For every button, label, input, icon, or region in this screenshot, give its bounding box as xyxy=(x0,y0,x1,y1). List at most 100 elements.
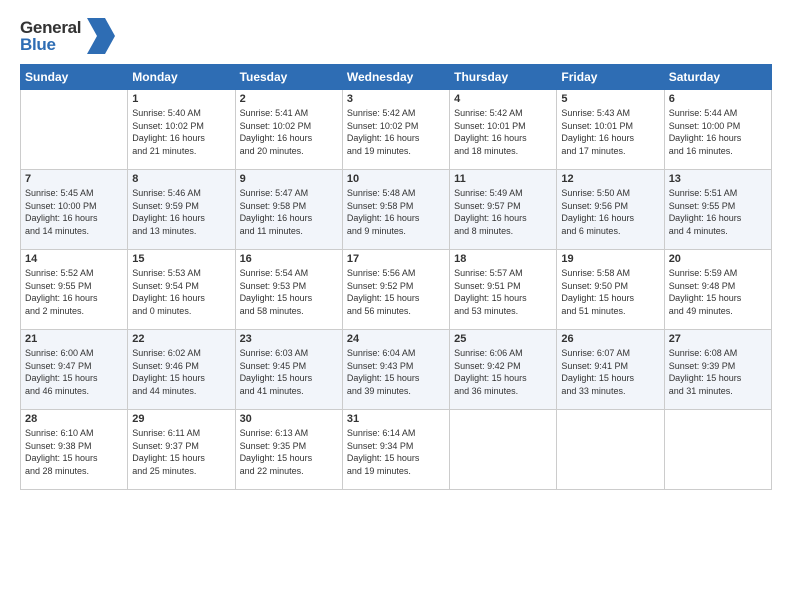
day-info: Sunrise: 5:57 AM Sunset: 9:51 PM Dayligh… xyxy=(454,267,552,317)
day-number: 28 xyxy=(25,413,123,425)
day-cell: 3Sunrise: 5:42 AM Sunset: 10:02 PM Dayli… xyxy=(342,90,449,170)
day-number: 21 xyxy=(25,333,123,345)
day-info: Sunrise: 5:50 AM Sunset: 9:56 PM Dayligh… xyxy=(561,187,659,237)
logo: General Blue xyxy=(20,18,117,54)
header: General Blue xyxy=(20,18,772,54)
day-number: 29 xyxy=(132,413,230,425)
week-row-1: 1 Sunrise: 5:40 AM Sunset: 10:02 PM Dayli… xyxy=(21,90,772,170)
day-info: Sunrise: 6:06 AM Sunset: 9:42 PM Dayligh… xyxy=(454,347,552,397)
day-number: 23 xyxy=(240,333,338,345)
day-info: Sunrise: 5:43 AM Sunset: 10:01 PM Daylig… xyxy=(561,107,659,157)
day-cell: 8 Sunrise: 5:46 AM Sunset: 9:59 PM Daylig… xyxy=(128,170,235,250)
day-cell xyxy=(21,90,128,170)
day-number: 17 xyxy=(347,253,445,265)
day-cell xyxy=(664,410,771,490)
day-info: Sunrise: 6:10 AM Sunset: 9:38 PM Dayligh… xyxy=(25,427,123,477)
day-cell: 21 Sunrise: 6:00 AM Sunset: 9:47 PM Dayli… xyxy=(21,330,128,410)
day-info: Sunrise: 5:56 AM Sunset: 9:52 PM Dayligh… xyxy=(347,267,445,317)
day-info: Sunrise: 5:40 AM Sunset: 10:02 PM Daylig… xyxy=(132,107,230,157)
day-info: Sunrise: 6:14 AM Sunset: 9:34 PM Dayligh… xyxy=(347,427,445,477)
day-cell: 17 Sunrise: 5:56 AM Sunset: 9:52 PM Dayli… xyxy=(342,250,449,330)
day-cell: 1 Sunrise: 5:40 AM Sunset: 10:02 PM Dayli… xyxy=(128,90,235,170)
day-cell: 27 Sunrise: 6:08 AM Sunset: 9:39 PM Dayli… xyxy=(664,330,771,410)
day-info: Sunrise: 6:07 AM Sunset: 9:41 PM Dayligh… xyxy=(561,347,659,397)
day-info: Sunrise: 5:52 AM Sunset: 9:55 PM Dayligh… xyxy=(25,267,123,317)
day-cell: 29 Sunrise: 6:11 AM Sunset: 9:37 PM Dayli… xyxy=(128,410,235,490)
day-cell: 2 Sunrise: 5:41 AM Sunset: 10:02 PM Dayli… xyxy=(235,90,342,170)
day-cell: 4 Sunrise: 5:42 AM Sunset: 10:01 PM Dayli… xyxy=(450,90,557,170)
day-cell: 9 Sunrise: 5:47 AM Sunset: 9:58 PM Daylig… xyxy=(235,170,342,250)
day-cell: 22 Sunrise: 6:02 AM Sunset: 9:46 PM Dayli… xyxy=(128,330,235,410)
weekday-header-saturday: Saturday xyxy=(664,65,771,90)
day-number: 16 xyxy=(240,253,338,265)
day-info: Sunrise: 6:03 AM Sunset: 9:45 PM Dayligh… xyxy=(240,347,338,397)
day-number: 22 xyxy=(132,333,230,345)
day-cell: 7 Sunrise: 5:45 AM Sunset: 10:00 PM Dayli… xyxy=(21,170,128,250)
day-cell: 12 Sunrise: 5:50 AM Sunset: 9:56 PM Dayli… xyxy=(557,170,664,250)
day-info: Sunrise: 5:53 AM Sunset: 9:54 PM Dayligh… xyxy=(132,267,230,317)
day-number: 27 xyxy=(669,333,767,345)
day-info: Sunrise: 6:08 AM Sunset: 9:39 PM Dayligh… xyxy=(669,347,767,397)
day-info: Sunrise: 6:02 AM Sunset: 9:46 PM Dayligh… xyxy=(132,347,230,397)
day-cell: 25 Sunrise: 6:06 AM Sunset: 9:42 PM Dayli… xyxy=(450,330,557,410)
day-cell: 24Sunrise: 6:04 AM Sunset: 9:43 PM Dayli… xyxy=(342,330,449,410)
day-info: Sunrise: 5:41 AM Sunset: 10:02 PM Daylig… xyxy=(240,107,338,157)
logo-chevron-icon xyxy=(85,18,117,54)
week-row-3: 14Sunrise: 5:52 AM Sunset: 9:55 PM Dayli… xyxy=(21,250,772,330)
day-number: 3 xyxy=(347,93,445,105)
day-number: 1 xyxy=(132,93,230,105)
day-number: 7 xyxy=(25,173,123,185)
weekday-header-sunday: Sunday xyxy=(21,65,128,90)
day-cell: 28 Sunrise: 6:10 AM Sunset: 9:38 PM Dayli… xyxy=(21,410,128,490)
week-row-5: 28 Sunrise: 6:10 AM Sunset: 9:38 PM Dayli… xyxy=(21,410,772,490)
day-info: Sunrise: 6:00 AM Sunset: 9:47 PM Dayligh… xyxy=(25,347,123,397)
calendar-table: SundayMondayTuesdayWednesdayThursdayFrid… xyxy=(20,64,772,490)
day-info: Sunrise: 5:44 AM Sunset: 10:00 PM Daylig… xyxy=(669,107,767,157)
day-cell: 15Sunrise: 5:53 AM Sunset: 9:54 PM Dayli… xyxy=(128,250,235,330)
day-cell: 13 Sunrise: 5:51 AM Sunset: 9:55 PM Dayli… xyxy=(664,170,771,250)
day-number: 6 xyxy=(669,93,767,105)
day-cell: 14Sunrise: 5:52 AM Sunset: 9:55 PM Dayli… xyxy=(21,250,128,330)
day-cell: 23 Sunrise: 6:03 AM Sunset: 9:45 PM Dayli… xyxy=(235,330,342,410)
day-cell: 30 Sunrise: 6:13 AM Sunset: 9:35 PM Dayli… xyxy=(235,410,342,490)
day-cell xyxy=(450,410,557,490)
week-row-2: 7 Sunrise: 5:45 AM Sunset: 10:00 PM Dayli… xyxy=(21,170,772,250)
day-number: 2 xyxy=(240,93,338,105)
day-number: 8 xyxy=(132,173,230,185)
day-number: 13 xyxy=(669,173,767,185)
day-info: Sunrise: 5:42 AM Sunset: 10:01 PM Daylig… xyxy=(454,107,552,157)
day-number: 20 xyxy=(669,253,767,265)
weekday-header-monday: Monday xyxy=(128,65,235,90)
day-info: Sunrise: 5:45 AM Sunset: 10:00 PM Daylig… xyxy=(25,187,123,237)
day-number: 11 xyxy=(454,173,552,185)
day-info: Sunrise: 5:47 AM Sunset: 9:58 PM Dayligh… xyxy=(240,187,338,237)
day-cell: 16Sunrise: 5:54 AM Sunset: 9:53 PM Dayli… xyxy=(235,250,342,330)
day-number: 24 xyxy=(347,333,445,345)
day-number: 10 xyxy=(347,173,445,185)
day-cell xyxy=(557,410,664,490)
day-number: 9 xyxy=(240,173,338,185)
weekday-header-friday: Friday xyxy=(557,65,664,90)
day-cell: 26Sunrise: 6:07 AM Sunset: 9:41 PM Dayli… xyxy=(557,330,664,410)
day-number: 19 xyxy=(561,253,659,265)
weekday-header-row: SundayMondayTuesdayWednesdayThursdayFrid… xyxy=(21,65,772,90)
day-info: Sunrise: 6:13 AM Sunset: 9:35 PM Dayligh… xyxy=(240,427,338,477)
day-info: Sunrise: 5:59 AM Sunset: 9:48 PM Dayligh… xyxy=(669,267,767,317)
day-cell: 11Sunrise: 5:49 AM Sunset: 9:57 PM Dayli… xyxy=(450,170,557,250)
day-cell: 20 Sunrise: 5:59 AM Sunset: 9:48 PM Dayli… xyxy=(664,250,771,330)
weekday-header-wednesday: Wednesday xyxy=(342,65,449,90)
day-info: Sunrise: 5:51 AM Sunset: 9:55 PM Dayligh… xyxy=(669,187,767,237)
day-cell: 5Sunrise: 5:43 AM Sunset: 10:01 PM Dayli… xyxy=(557,90,664,170)
logo-blue: Blue xyxy=(20,36,81,53)
day-number: 12 xyxy=(561,173,659,185)
day-cell: 31 Sunrise: 6:14 AM Sunset: 9:34 PM Dayli… xyxy=(342,410,449,490)
day-number: 30 xyxy=(240,413,338,425)
day-number: 25 xyxy=(454,333,552,345)
weekday-header-tuesday: Tuesday xyxy=(235,65,342,90)
day-info: Sunrise: 5:58 AM Sunset: 9:50 PM Dayligh… xyxy=(561,267,659,317)
day-info: Sunrise: 5:46 AM Sunset: 9:59 PM Dayligh… xyxy=(132,187,230,237)
day-number: 4 xyxy=(454,93,552,105)
day-info: Sunrise: 5:48 AM Sunset: 9:58 PM Dayligh… xyxy=(347,187,445,237)
day-number: 31 xyxy=(347,413,445,425)
day-info: Sunrise: 6:11 AM Sunset: 9:37 PM Dayligh… xyxy=(132,427,230,477)
